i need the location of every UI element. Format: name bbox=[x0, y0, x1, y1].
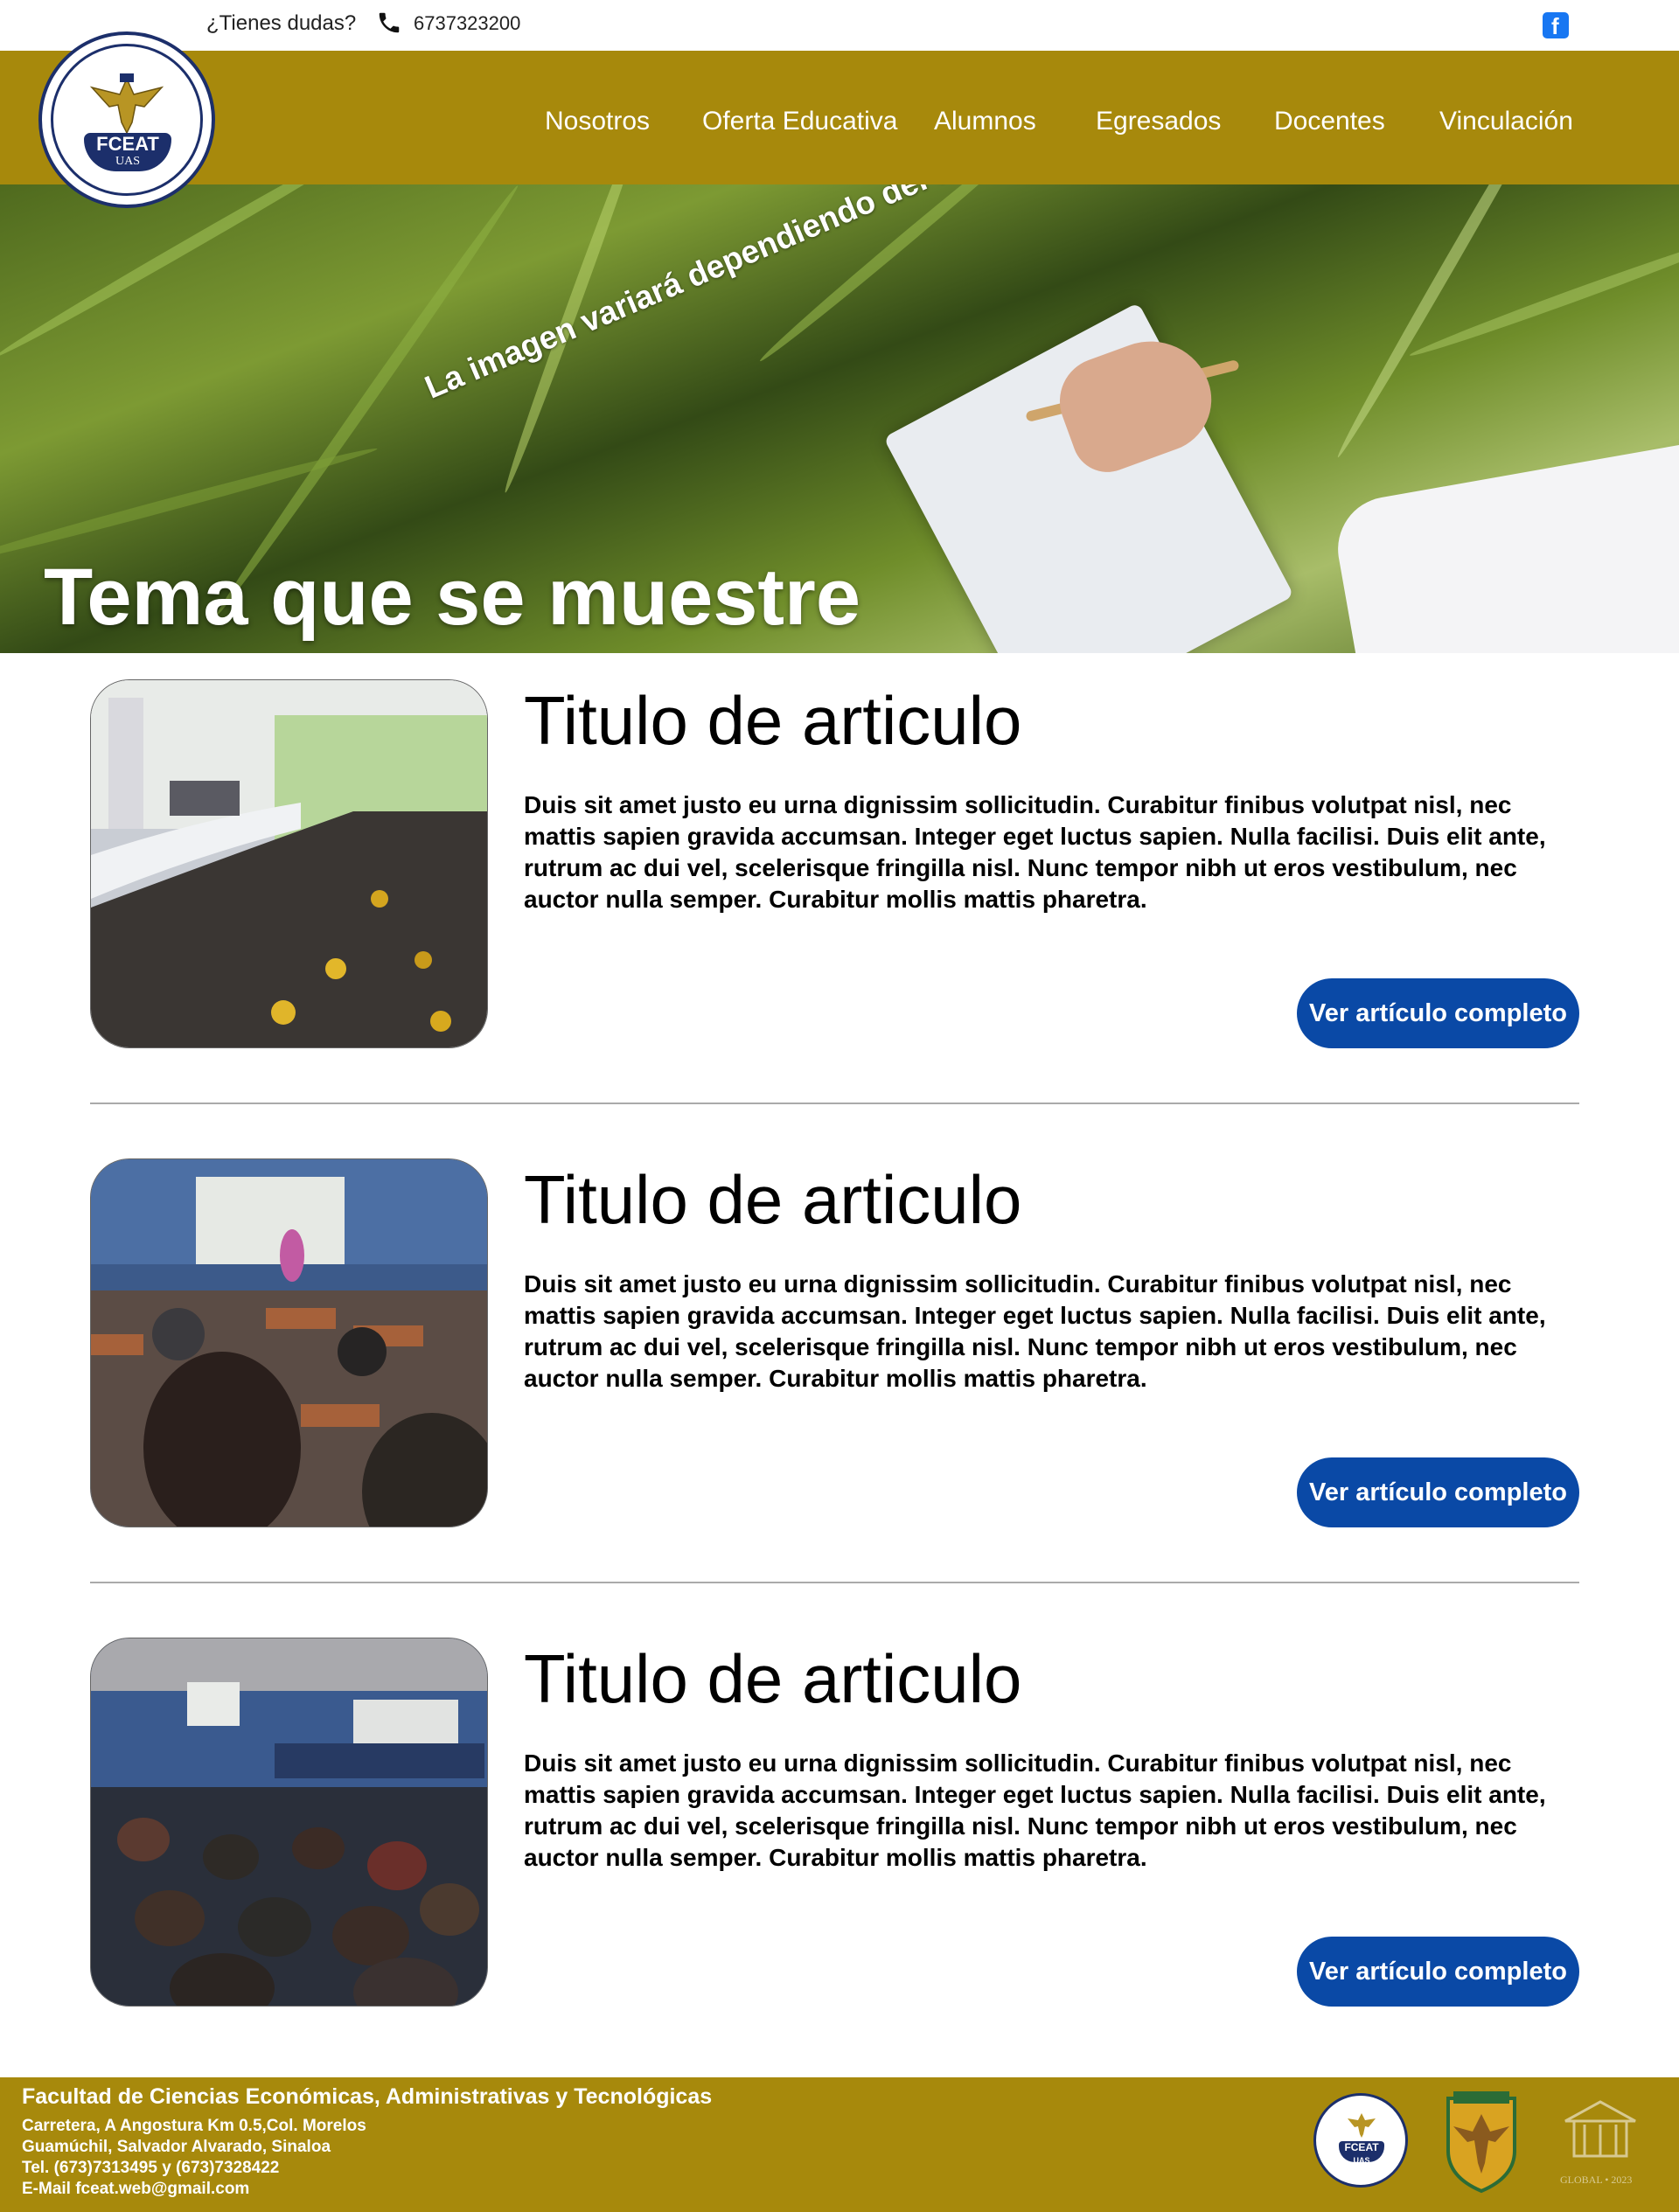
main-header: Nosotros Oferta Educativa Alumnos Egresa… bbox=[0, 51, 1679, 184]
footer-email[interactable]: E-Mail fceat.web@gmail.com bbox=[22, 2180, 249, 2199]
phone-icon bbox=[379, 12, 400, 33]
nav-vinculacion[interactable]: Vinculación bbox=[1439, 107, 1573, 136]
logo-badge: FCEAT UAS bbox=[84, 133, 171, 171]
footer-address: Carretera, A Angostura Km 0.5,Col. Morel… bbox=[22, 2117, 366, 2135]
nav-alumnos[interactable]: Alumnos bbox=[934, 107, 1036, 136]
footer-fceat-logo: FCEAT UAS bbox=[1313, 2093, 1408, 2188]
article-title[interactable]: Titulo de articulo bbox=[524, 1639, 1021, 1719]
top-bar: ¿Tienes dudas? 6737323200 f bbox=[0, 0, 1679, 51]
footer-global-label: GLOBAL • 2023 bbox=[1560, 2174, 1633, 2186]
logo-sub: UAS bbox=[115, 155, 140, 168]
article-card: Titulo de articulo Duis sit amet justo e… bbox=[90, 679, 1579, 1051]
article-divider bbox=[90, 1103, 1579, 1104]
fceat-logo[interactable]: FCEAT UAS bbox=[38, 31, 215, 208]
read-article-button[interactable]: Ver artículo completo bbox=[1297, 1457, 1579, 1527]
read-article-button[interactable]: Ver artículo completo bbox=[1297, 1937, 1579, 2007]
article-body: Duis sit amet justo eu urna dignissim so… bbox=[524, 1749, 1546, 1871]
footer-phone: Tel. (673)7313495 y (673)7328422 bbox=[22, 2159, 280, 2177]
article-title[interactable]: Titulo de articulo bbox=[524, 681, 1021, 761]
facebook-icon[interactable]: f bbox=[1543, 12, 1569, 39]
help-question: ¿Tienes dudas? bbox=[206, 11, 357, 35]
logo-name: FCEAT bbox=[96, 133, 159, 155]
footer-city: Guamúchil, Salvador Alvarado, Sinaloa bbox=[22, 2138, 331, 2156]
article-card: Titulo de articulo Duis sit amet justo e… bbox=[90, 1638, 1579, 2009]
read-article-button[interactable]: Ver artículo completo bbox=[1297, 978, 1579, 1048]
clipboard-image bbox=[883, 302, 1294, 653]
sleeve-image bbox=[1329, 442, 1679, 653]
article-divider bbox=[90, 1582, 1579, 1583]
article-image[interactable] bbox=[90, 679, 488, 1048]
nav-oferta-educativa[interactable]: Oferta Educativa bbox=[702, 107, 897, 136]
footer-logo-sub: UAS bbox=[1353, 2156, 1370, 2165]
article-body: Duis sit amet justo eu urna dignissim so… bbox=[524, 791, 1546, 913]
footer-shield-logo bbox=[1441, 2090, 1522, 2195]
footer-global-logo: GLOBAL • 2023 bbox=[1557, 2095, 1644, 2193]
article-card: Titulo de articulo Duis sit amet justo e… bbox=[90, 1158, 1579, 1530]
footer-institution-name: Facultad de Ciencias Económicas, Adminis… bbox=[22, 2084, 713, 2109]
footer-logo-name: FCEAT bbox=[1344, 2141, 1379, 2153]
article-title[interactable]: Titulo de articulo bbox=[524, 1160, 1021, 1240]
article-image[interactable] bbox=[90, 1638, 488, 2007]
nav-nosotros[interactable]: Nosotros bbox=[545, 107, 650, 136]
article-image[interactable] bbox=[90, 1158, 488, 1527]
site-footer: Facultad de Ciencias Económicas, Adminis… bbox=[0, 2077, 1679, 2212]
phone-number[interactable]: 6737323200 bbox=[414, 12, 520, 35]
nav-egresados[interactable]: Egresados bbox=[1096, 107, 1221, 136]
hero-banner: La imagen variará dependiendo del tema q… bbox=[0, 184, 1679, 653]
hero-title: Tema que se muestre bbox=[44, 553, 861, 642]
eagle-icon bbox=[89, 73, 164, 135]
article-body: Duis sit amet justo eu urna dignissim so… bbox=[524, 1270, 1546, 1392]
nav-docentes[interactable]: Docentes bbox=[1274, 107, 1385, 136]
